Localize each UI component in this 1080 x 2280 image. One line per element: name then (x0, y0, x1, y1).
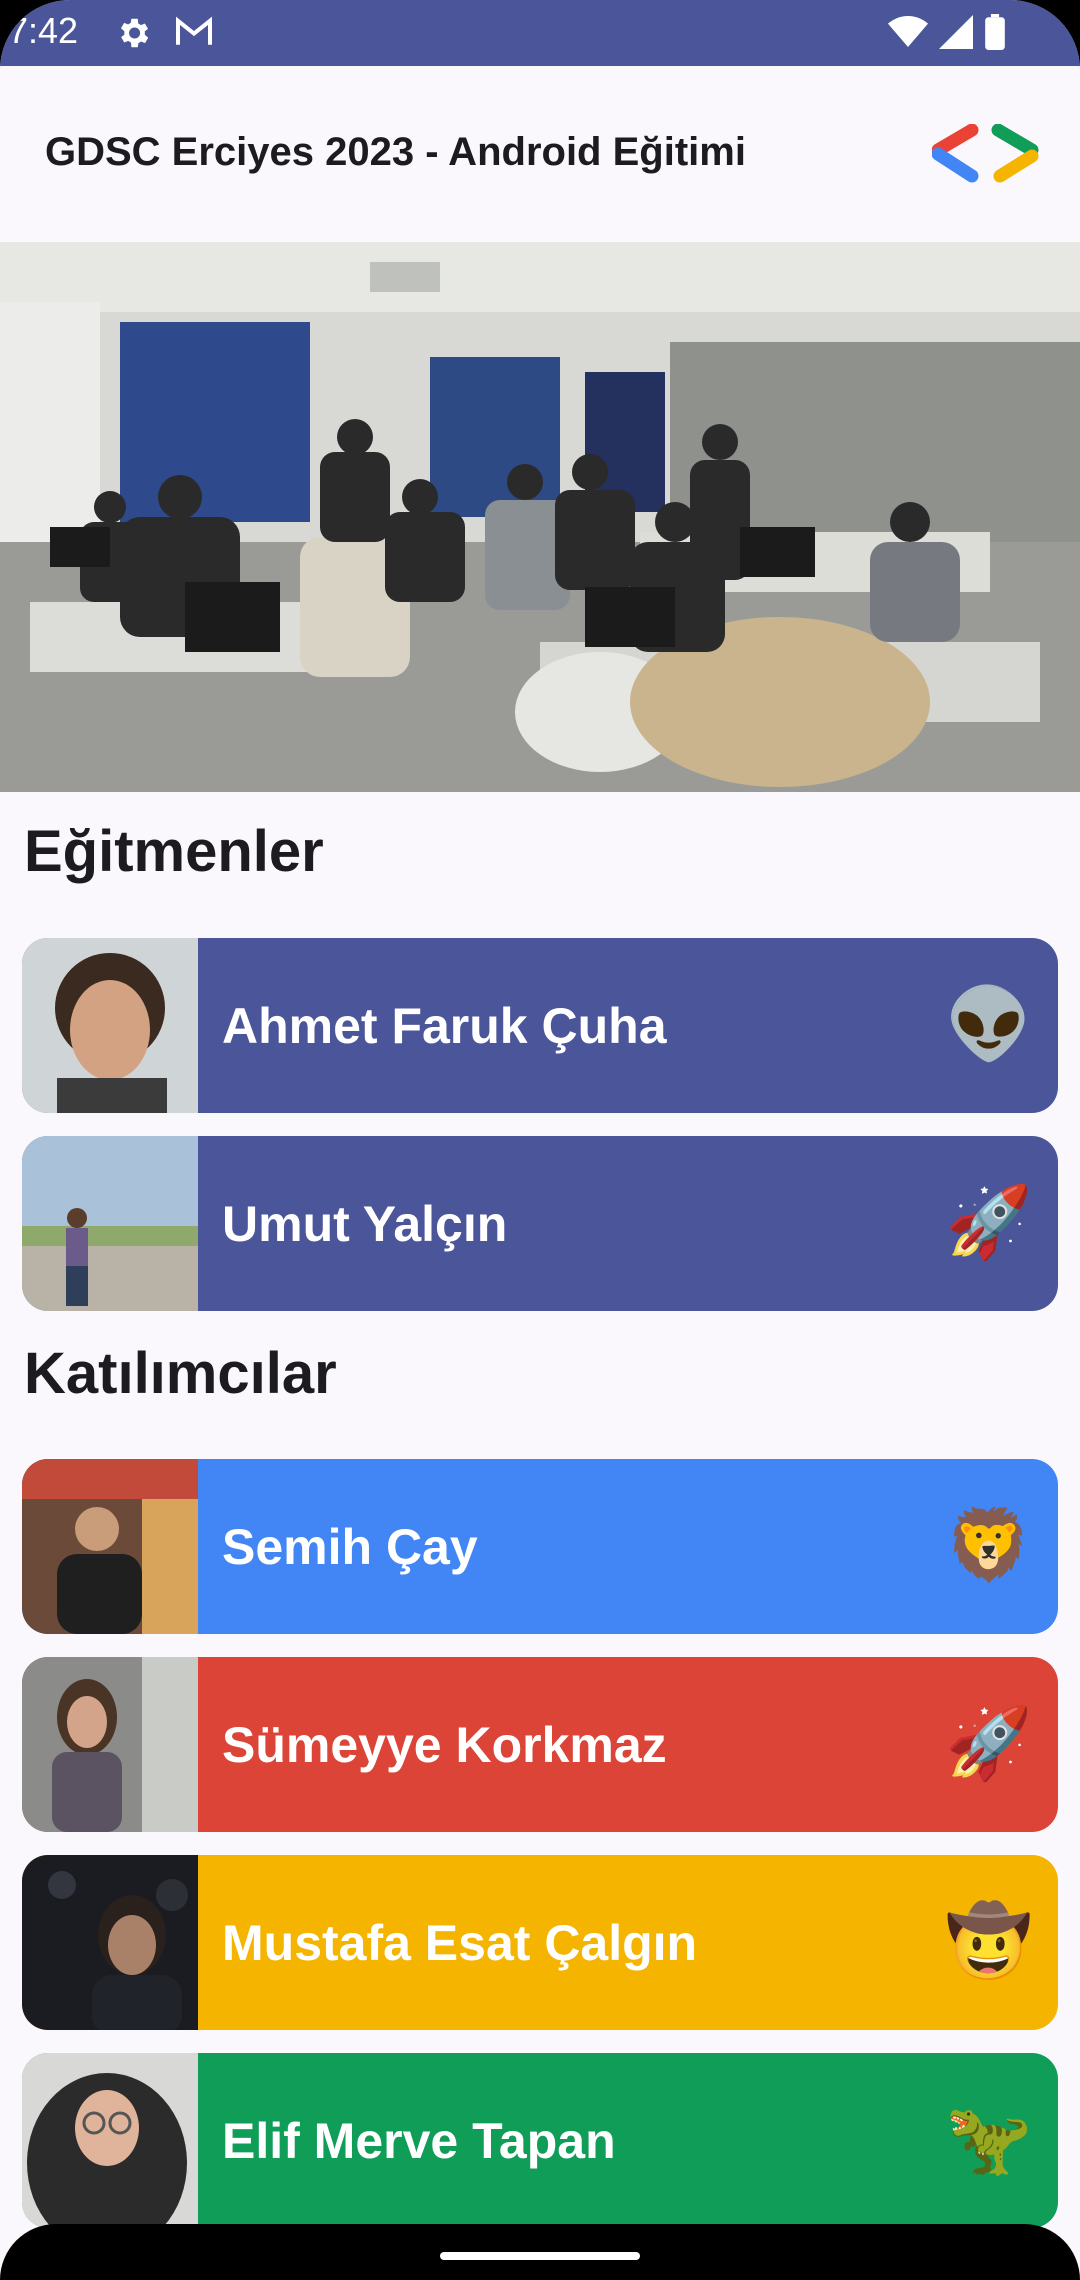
group-photo (0, 242, 1080, 792)
alien-icon: 👽 (945, 985, 1033, 1063)
app-screen: 7:42 GDSC Erciyes 2023 - Android Eğitimi (0, 0, 1080, 2280)
card-name: Sümeyye Korkmaz (222, 1716, 667, 1773)
lion-icon: 🦁 (945, 1506, 1033, 1584)
card-name: Umut Yalçın (222, 1195, 508, 1252)
gmail-icon (176, 16, 212, 45)
status-icons (888, 14, 1006, 50)
instructor-card-1[interactable]: Umut Yalçın 🚀 (22, 1136, 1058, 1311)
signal-icon (939, 15, 973, 49)
rocket-icon: 🚀 (945, 1704, 1033, 1782)
home-gesture-handle[interactable] (440, 2252, 640, 2260)
status-time: 7:42 (8, 10, 79, 51)
avatar (22, 1657, 198, 1832)
avatar (22, 1459, 198, 1634)
avatar (22, 1855, 198, 2030)
app-title: GDSC Erciyes 2023 - Android Eğitimi (45, 130, 746, 174)
participant-card-3[interactable]: Elif Merve Tapan 🦖 (22, 2053, 1058, 2228)
instructor-card-0[interactable]: Ahmet Faruk Çuha 👽 (22, 938, 1058, 1113)
participant-card-2[interactable]: Mustafa Esat Çalgın 🤠 (22, 1855, 1058, 2030)
instructors-title: Eğitmenler (24, 819, 324, 884)
battery-icon (985, 14, 1005, 50)
avatar (22, 1136, 198, 1311)
avatar (22, 2053, 198, 2228)
rocket-icon: 🚀 (945, 1183, 1033, 1261)
card-name: Elif Merve Tapan (222, 2112, 616, 2169)
card-name: Semih Çay (222, 1518, 478, 1575)
participant-card-0[interactable]: Semih Çay 🦁 (22, 1459, 1058, 1634)
gear-icon (120, 18, 149, 48)
status-bar: 7:42 (0, 0, 1080, 66)
cowboy-icon: 🤠 (945, 1902, 1033, 1980)
participant-card-1[interactable]: Sümeyye Korkmaz 🚀 (22, 1657, 1058, 1832)
wifi-icon (888, 16, 928, 47)
top-app-bar: GDSC Erciyes 2023 - Android Eğitimi (0, 66, 1080, 242)
card-name: Ahmet Faruk Çuha (222, 997, 667, 1054)
avatar (22, 938, 198, 1113)
gdsc-logo-icon (932, 124, 1039, 183)
card-name: Mustafa Esat Çalgın (222, 1914, 698, 1971)
participants-title: Katılımcılar (24, 1341, 337, 1406)
dinosaur-icon: 🦖 (945, 2100, 1033, 2178)
